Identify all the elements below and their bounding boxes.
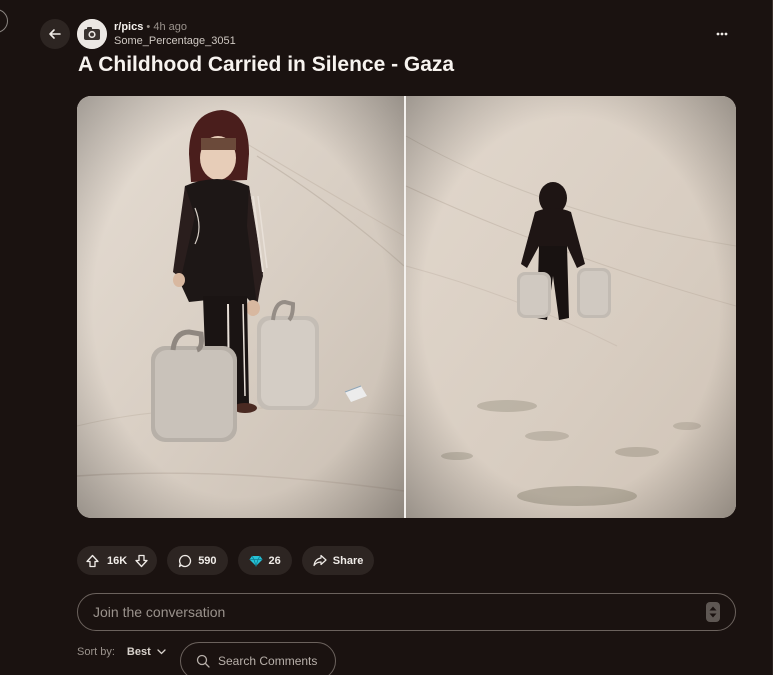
comment-count: 590 bbox=[198, 554, 217, 567]
comments-button[interactable]: 590 bbox=[167, 546, 228, 575]
post-image[interactable] bbox=[77, 96, 736, 518]
sort-label: Sort by: bbox=[77, 646, 115, 658]
post-time: 4h ago bbox=[153, 21, 187, 33]
sort-value: Best bbox=[126, 646, 151, 658]
author-link[interactable]: Some_Percentage_3051 bbox=[114, 34, 236, 48]
chevron-down-icon bbox=[157, 649, 166, 655]
share-button[interactable]: Share bbox=[301, 546, 375, 575]
search-comments-button[interactable]: Search Comments bbox=[180, 642, 336, 675]
sort-dropdown[interactable]: Best bbox=[127, 646, 166, 658]
arrow-left-icon bbox=[48, 27, 62, 41]
search-comments-label: Search Comments bbox=[218, 654, 318, 668]
comment-input-placeholder: Join the conversation bbox=[93, 604, 226, 620]
comment-input[interactable]: Join the conversation bbox=[77, 593, 736, 631]
reddit-post-page: r/pics • 4h ago Some_Percentage_3051 A C… bbox=[0, 0, 773, 675]
award-button[interactable]: 26 bbox=[237, 546, 292, 575]
diamond-icon bbox=[249, 555, 263, 567]
award-count: 26 bbox=[268, 554, 281, 567]
back-button[interactable] bbox=[40, 19, 70, 49]
subreddit-link[interactable]: r/pics bbox=[114, 21, 143, 33]
arrow-up-icon[interactable] bbox=[86, 554, 99, 568]
more-options-button[interactable] bbox=[707, 24, 737, 44]
post-actions: 16K 590 26 Share bbox=[77, 546, 375, 575]
partial-circle-icon bbox=[0, 9, 8, 33]
vote-control: 16K bbox=[77, 546, 158, 575]
more-horizontal-icon bbox=[716, 32, 728, 36]
vote-count: 16K bbox=[107, 554, 128, 567]
sort-row: Sort by: Best bbox=[77, 646, 166, 658]
speech-bubble-icon bbox=[178, 554, 192, 568]
share-label: Share bbox=[332, 554, 364, 567]
post-meta: r/pics • 4h ago Some_Percentage_3051 bbox=[114, 20, 236, 48]
arrow-down-icon[interactable] bbox=[135, 554, 148, 568]
stepper-control[interactable] bbox=[706, 602, 720, 622]
meta-separator: • bbox=[146, 21, 151, 33]
search-icon bbox=[196, 654, 210, 668]
post-title: A Childhood Carried in Silence - Gaza bbox=[78, 53, 455, 76]
subreddit-avatar[interactable] bbox=[77, 19, 107, 49]
share-arrow-icon bbox=[313, 554, 327, 567]
